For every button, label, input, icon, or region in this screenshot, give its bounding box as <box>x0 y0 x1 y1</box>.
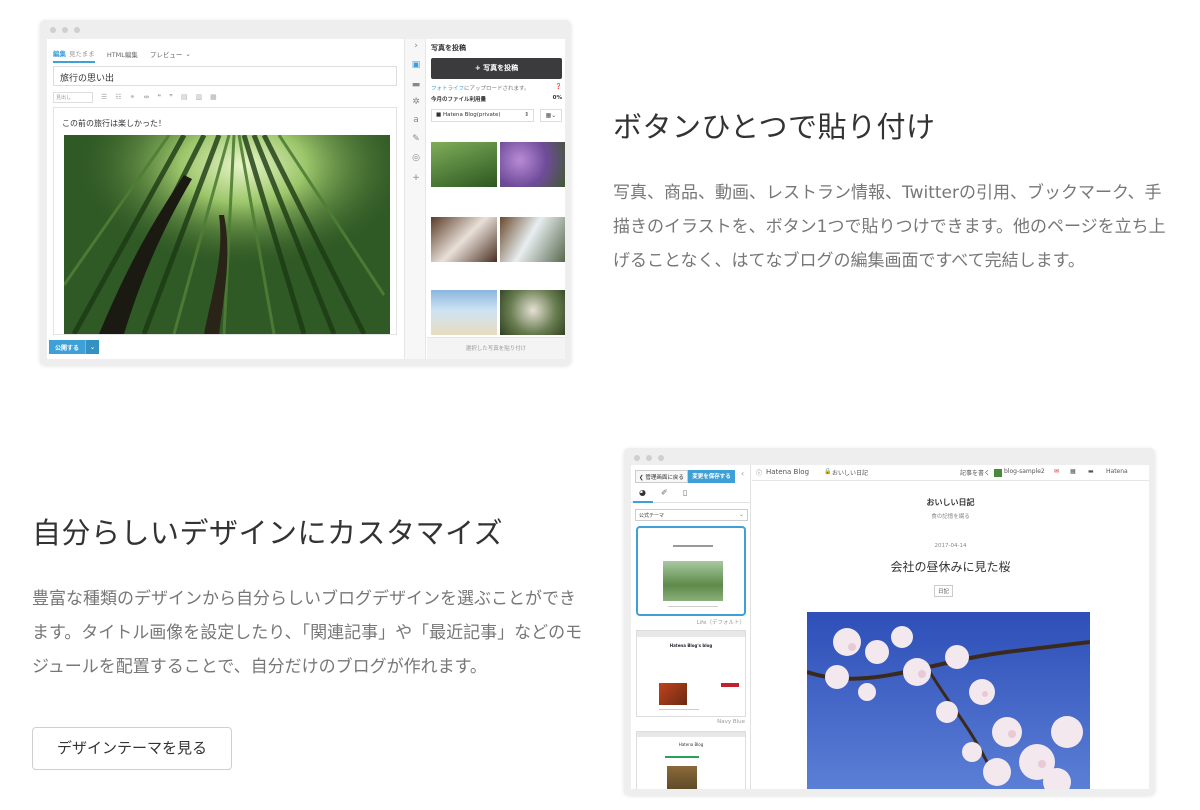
blockquote-icon[interactable]: ❞ <box>169 93 173 101</box>
cherry-blossom-photo <box>807 612 1090 789</box>
table-icon[interactable]: ▤ <box>181 93 188 101</box>
photo-thumbnail[interactable] <box>500 290 565 335</box>
upload-photo-button[interactable]: + 写真を投稿 <box>431 58 562 79</box>
design-window: ❮ 管理画面に戻る 変更を保存する ‹ ◕ ✐ ▯ 公式テーマ ⌄ Life（デ… <box>631 465 1149 789</box>
publish-options-chevron-icon[interactable]: ⌄ <box>85 340 100 354</box>
editor-window: 編集 見たまま HTML編集 プレビュー ⌄ 旅行の思い出 見出し ☰ ☷ ⚭ … <box>47 39 565 359</box>
write-entry-link[interactable]: 記事を書く <box>960 468 990 477</box>
photo-thumbnail[interactable] <box>500 142 565 187</box>
help-icon[interactable]: ❓ <box>555 84 562 92</box>
save-changes-button[interactable]: 変更を保存する <box>688 470 735 483</box>
gear-icon[interactable]: ✲ <box>405 97 427 107</box>
grid-menu-icon[interactable]: ▦ <box>1070 468 1076 475</box>
message-icon[interactable]: ▬ <box>1088 468 1094 475</box>
folder-icon: ■ <box>436 112 442 118</box>
editor-tabs: 編集 見たまま HTML編集 プレビュー ⌄ <box>53 45 191 63</box>
entry-title[interactable]: 会社の昼休みに見た桜 <box>752 558 1149 575</box>
blog-subtitle: 食の記憶を綴る <box>931 514 970 520</box>
chevron-down-icon: ⌄ <box>185 50 191 58</box>
theme-caption: Life（デフォルト） <box>696 620 745 626</box>
theme-card-navy-blue[interactable]: Hatena Blog's blog <box>636 630 746 717</box>
paste-selected-button[interactable]: 選択した写真を貼り付け <box>427 337 565 359</box>
preview-topbar: ⓘ Hatena Blog 🔒 おいしい日記 記事を書く blog-sample… <box>752 465 1149 481</box>
blog-name[interactable]: おいしい日記 <box>832 468 868 477</box>
link-icon[interactable]: ⚭ <box>130 93 136 101</box>
tab-preview[interactable]: プレビュー ⌄ <box>150 45 191 63</box>
photo-thumbnail[interactable] <box>431 142 497 187</box>
chevron-down-icon: ⌄ <box>738 511 744 518</box>
notification-icon[interactable]: ✉ <box>1054 468 1059 475</box>
photo-icon[interactable]: ▣ <box>405 60 427 70</box>
editor-main-pane: 編集 見たまま HTML編集 プレビュー ⌄ 旅行の思い出 見出し ☰ ☷ ⚭ … <box>47 39 403 359</box>
feature-heading-paste: ボタンひとつで貼り付け <box>613 110 936 144</box>
feature-description-design: 豊富な種類のデザインから自分らしいブログデザインを選ぶことができます。タイトル画… <box>32 589 583 677</box>
list-bullet-icon[interactable]: ☰ <box>101 93 107 101</box>
wrench-icon[interactable]: ✐ <box>661 488 668 497</box>
upload-note: フォトライフにアップロードされます。 ❓ <box>431 84 562 92</box>
list-number-icon[interactable]: ☷ <box>115 93 121 101</box>
theme-caption: Navy Blue <box>717 719 745 725</box>
design-screenshot: ❮ 管理画面に戻る 変更を保存する ‹ ◕ ✐ ▯ 公式テーマ ⌄ Life（デ… <box>624 448 1155 795</box>
design-tabs: ◕ ✐ ▯ <box>631 487 751 503</box>
photo-thumbnail[interactable] <box>431 290 497 335</box>
editor-body[interactable]: この前の旅行は楽しかった！ <box>53 107 397 335</box>
category-badge[interactable]: 日記 <box>934 585 954 597</box>
photo-thumbnail[interactable] <box>431 217 497 262</box>
design-sidebar: ❮ 管理画面に戻る 変更を保存する ‹ ◕ ✐ ▯ 公式テーマ ⌄ Life（デ… <box>631 465 751 789</box>
editor-toolbar: 見出し ☰ ☷ ⚭ ⇹ ❝ ❞ ▤ ▥ ▦ <box>53 90 397 104</box>
blog-preview: ⓘ Hatena Blog 🔒 おいしい日記 記事を書く blog-sample… <box>752 465 1149 789</box>
tab-edit[interactable]: 編集 見たまま <box>53 45 95 63</box>
quote-icon[interactable]: ❝ <box>157 93 161 101</box>
bamboo-forest-photo <box>64 135 390 334</box>
hatena-blog-logo-icon: ⓘ <box>756 470 763 477</box>
brand-name: Hatena Blog <box>766 468 810 476</box>
embed-icon[interactable]: ⇹ <box>143 93 149 101</box>
fotolife-link[interactable]: フォトライフ <box>431 86 464 92</box>
cherry-blossom-image <box>807 612 1090 789</box>
publish-button[interactable]: 公開する <box>49 340 86 354</box>
body-text: この前の旅行は楽しかった！ <box>62 119 166 128</box>
photo-sidebar: 写真を投稿 + 写真を投稿 フォトライフにアップロードされます。 ❓ 今月のファ… <box>427 39 565 359</box>
editor-screenshot: 編集 見たまま HTML編集 プレビュー ⌄ 旅行の思い出 見出し ☰ ☷ ⚭ … <box>40 20 571 365</box>
chevron-right-icon[interactable]: › <box>405 41 427 51</box>
tab-html-edit[interactable]: HTML編集 <box>107 45 138 63</box>
image-icon[interactable]: ▦ <box>210 93 217 101</box>
hatena-link[interactable]: Hatena <box>1106 468 1128 475</box>
more-icon[interactable]: ▥ <box>196 93 203 101</box>
insert-rail: › ▣ ▬ ✲ a ✎ ◎ + <box>404 39 426 359</box>
window-dots <box>50 27 80 33</box>
blog-title[interactable]: おいしい日記 <box>752 497 1149 508</box>
instagram-icon[interactable]: ◎ <box>405 153 427 163</box>
publish-control: 公開する ⌄ <box>49 340 100 354</box>
grid-view-icon[interactable]: ▦⌄ <box>540 109 562 122</box>
view-design-themes-button[interactable]: デザインテーマを見る <box>32 727 232 770</box>
lock-icon: 🔒 <box>824 468 832 475</box>
plus-icon[interactable]: + <box>405 173 427 183</box>
title-input[interactable]: 旅行の思い出 <box>53 66 397 86</box>
theme-card[interactable]: Hatena Blog <box>636 731 746 789</box>
updown-icon: ⇕ <box>524 112 529 118</box>
amazon-icon[interactable]: a <box>405 115 427 125</box>
format-select[interactable]: 見出し <box>53 91 93 103</box>
user-name[interactable]: blog-sample2 <box>1004 468 1045 475</box>
entry-date: 2017-04-14 <box>934 543 967 549</box>
theme-card-life[interactable] <box>636 526 746 616</box>
feature-description-paste: 写真、商品、動画、レストラン情報、Twitterの引用、ブックマーク、手描きのイ… <box>613 183 1166 271</box>
album-select[interactable]: ■ Hatena Blog(private) ⇕ <box>431 109 534 122</box>
mobile-icon[interactable]: ▯ <box>683 488 687 497</box>
file-usage: 今月のファイル利用量 0% <box>431 95 562 103</box>
window-dots <box>634 455 664 461</box>
photo-sidebar-title: 写真を投稿 <box>431 44 466 52</box>
back-to-dashboard-button[interactable]: ❮ 管理画面に戻る <box>635 470 688 483</box>
theme-category-select[interactable]: 公式テーマ ⌄ <box>635 509 748 521</box>
collapse-chevron-icon[interactable]: ‹ <box>741 469 744 478</box>
palette-icon[interactable]: ◕ <box>639 488 646 497</box>
feature-heading-design: 自分らしいデザインにカスタマイズ <box>32 516 504 550</box>
avatar[interactable] <box>994 469 1002 477</box>
folder-icon[interactable]: ▬ <box>405 80 427 90</box>
photo-thumbnail[interactable] <box>500 217 565 262</box>
twitter-icon[interactable]: ✎ <box>405 134 427 144</box>
bamboo-forest-image <box>64 135 390 334</box>
